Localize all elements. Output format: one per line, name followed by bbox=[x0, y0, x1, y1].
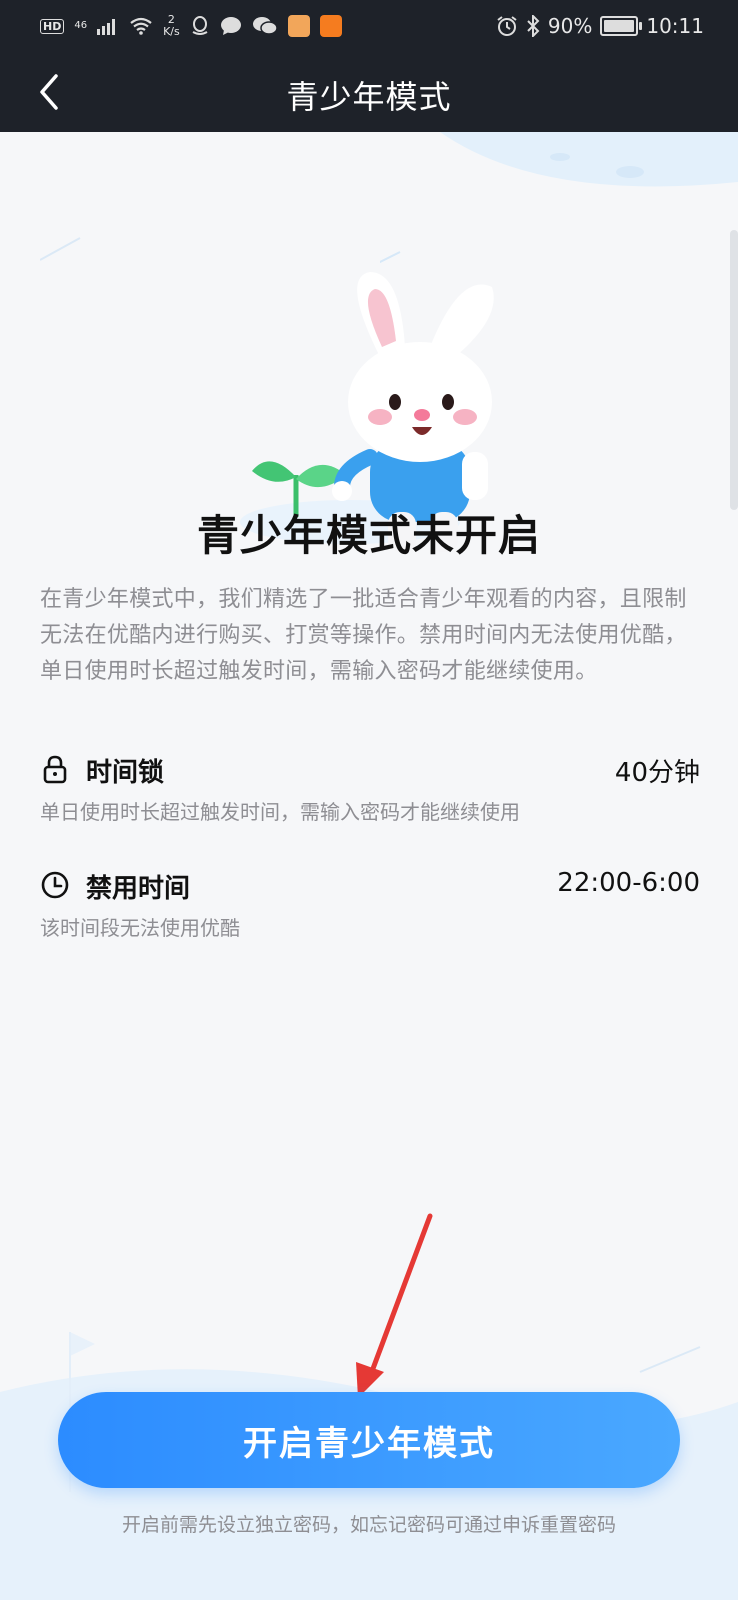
disabled-time-row: 禁用时间 22:00-6:00 该时间段无法使用优酷 bbox=[40, 868, 700, 948]
lock-icon bbox=[43, 755, 67, 784]
battery-icon bbox=[600, 16, 643, 36]
password-note: 开启前需先设立独立密码，如忘记密码可通过申诉重置密码 bbox=[121, 1514, 616, 1536]
status-bar-right: 90% 10:11 bbox=[496, 10, 704, 42]
wechat-icon bbox=[252, 17, 278, 35]
wifi-icon bbox=[130, 17, 152, 35]
disabled-time-subtitle: 该时间段无法使用优酷 bbox=[40, 916, 240, 940]
status-bar: HD 46 2 K/s 90% 10:11 bbox=[0, 0, 738, 52]
disabled-time-value: 22:00-6:00 bbox=[557, 868, 700, 898]
status-bar-left: HD 46 2 K/s bbox=[40, 10, 342, 42]
app-notification-icon bbox=[287, 15, 310, 37]
network-speed: 2 K/s bbox=[163, 14, 180, 38]
time-lock-subtitle: 单日使用时长超过触发时间，需输入密码才能继续使用 bbox=[40, 800, 520, 824]
bluetooth-icon bbox=[527, 15, 540, 37]
scrollbar[interactable] bbox=[730, 230, 738, 510]
main-content: 青少年模式未开启 在青少年模式中，我们精选了一批适合青少年观看的内容，且限制无法… bbox=[0, 132, 738, 1600]
qq-icon bbox=[192, 16, 208, 35]
background-line-left bbox=[40, 237, 81, 261]
page-title: 青少年模式 bbox=[286, 78, 452, 116]
time-lock-title: 时间锁 bbox=[86, 758, 165, 788]
enable-teen-mode-button[interactable]: 开启青少年模式 bbox=[58, 1392, 680, 1488]
title-bar: 青少年模式 bbox=[0, 52, 738, 132]
question-app-icon bbox=[319, 15, 342, 37]
hd-indicator: HD bbox=[40, 18, 65, 34]
alarm-icon bbox=[497, 16, 517, 36]
disabled-time-title: 禁用时间 bbox=[86, 874, 191, 904]
mode-description: 在青少年模式中，我们精选了一批适合青少年观看的内容，且限制无法在优酷内进行购买、… bbox=[40, 587, 687, 684]
time-lock-value: 40分钟 bbox=[614, 758, 700, 788]
network-type: 46 bbox=[74, 20, 88, 31]
speed-unit: K/s bbox=[163, 25, 180, 38]
battery-percent: 90% bbox=[547, 14, 593, 38]
message-icon bbox=[220, 17, 241, 35]
clock-time: 10:11 bbox=[646, 14, 704, 38]
time-lock-row: 时间锁 40分钟 单日使用时长超过触发时间，需输入密码才能继续使用 bbox=[40, 752, 700, 832]
clock-icon bbox=[41, 871, 69, 899]
signal-icon bbox=[97, 19, 116, 35]
mode-status-heading: 青少年模式未开启 bbox=[196, 511, 541, 560]
annotation-arrow bbox=[356, 1213, 433, 1398]
